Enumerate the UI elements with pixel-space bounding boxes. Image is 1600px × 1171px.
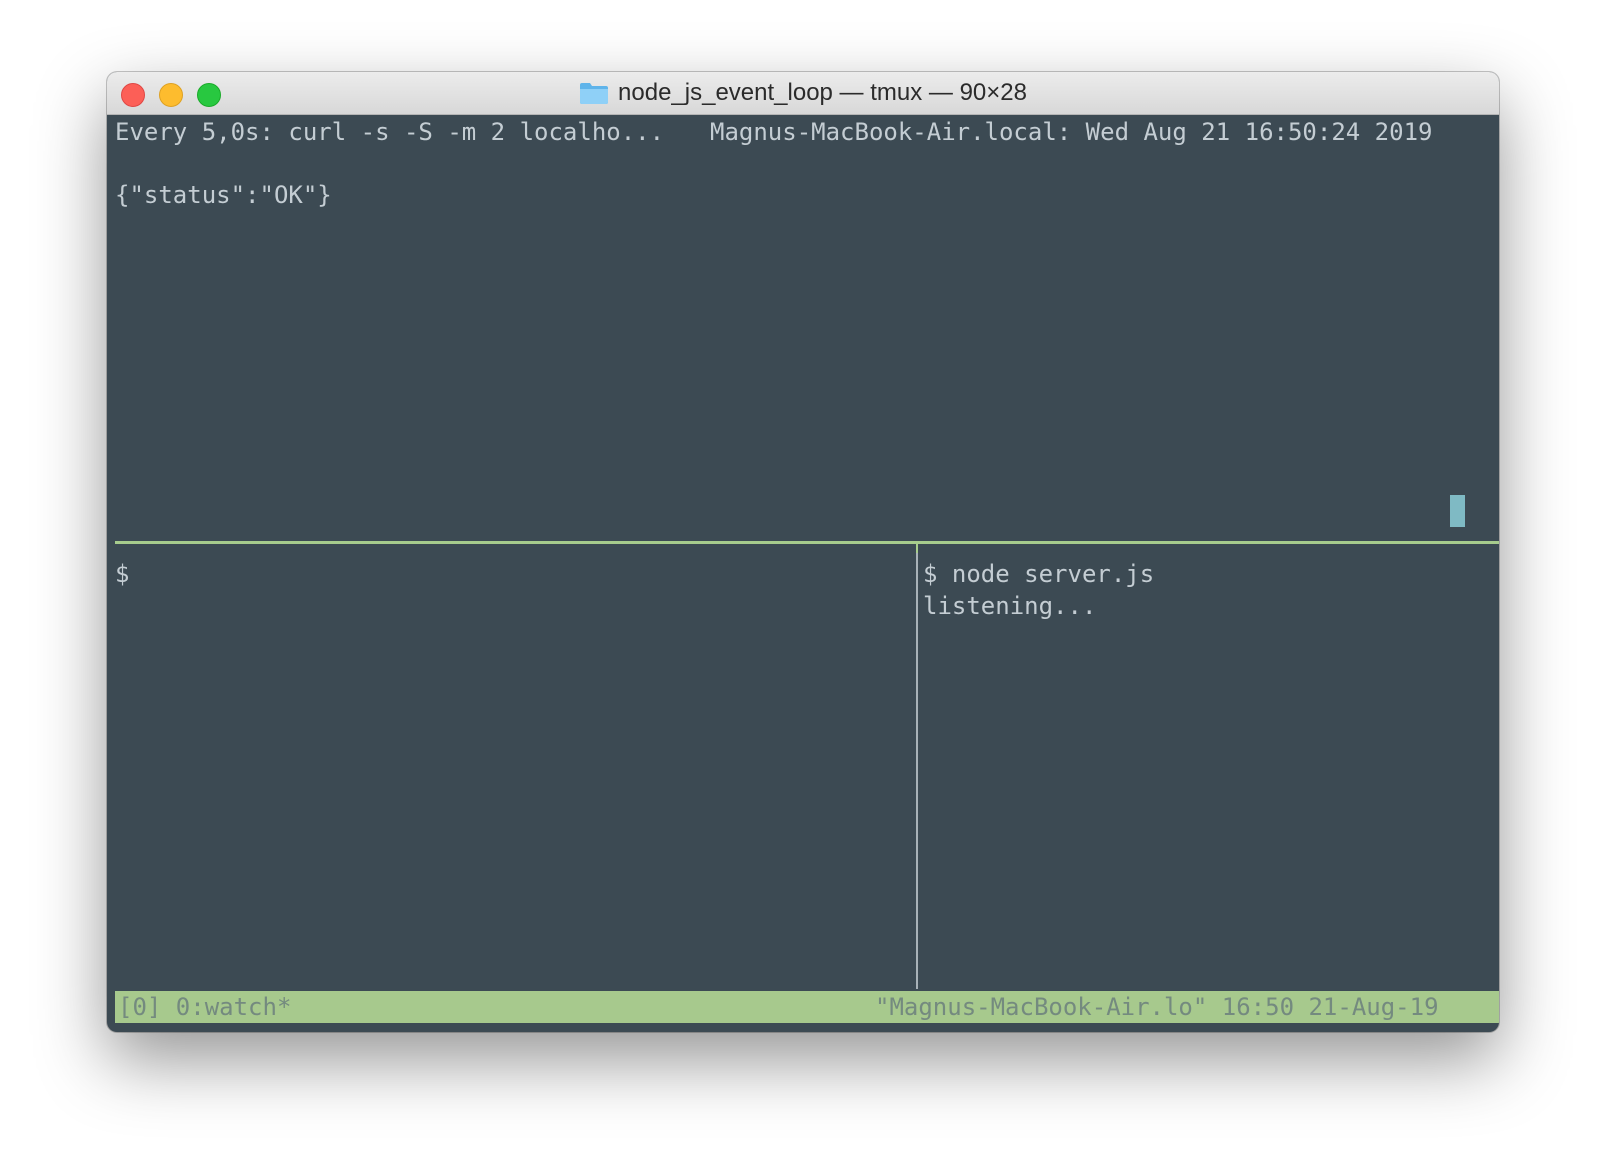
watch-output: {"status":"OK"}: [115, 181, 332, 209]
terminal-cursor: [1450, 495, 1465, 527]
shell-prompt[interactable]: $: [115, 558, 129, 590]
pane-divider-vertical-active: [916, 541, 918, 553]
terminal-content[interactable]: Every 5,0s: curl -s -S -m 2 localho... M…: [115, 115, 1499, 1032]
tmux-status-bar: [0] 0:watch* "Magnus-MacBook-Air.lo" 16:…: [115, 991, 1499, 1023]
pane-divider-vertical[interactable]: [916, 544, 918, 989]
tmux-status-right: "Magnus-MacBook-Air.lo" 16:50 21-Aug-19: [875, 993, 1439, 1021]
server-command: $ node server.js: [923, 560, 1155, 588]
window-title-area: node_js_event_loop — tmux — 90×28: [107, 72, 1499, 114]
pane-divider-horizontal[interactable]: [115, 541, 1499, 544]
window-title: node_js_event_loop — tmux — 90×28: [618, 79, 1027, 106]
watch-header-right: Magnus-MacBook-Air.local: Wed Aug 21 16:…: [710, 118, 1433, 146]
terminal-window: node_js_event_loop — tmux — 90×28 Every …: [107, 72, 1499, 1032]
title-bar[interactable]: node_js_event_loop — tmux — 90×28: [107, 72, 1499, 115]
watch-header-left: Every 5,0s: curl -s -S -m 2 localho...: [115, 118, 665, 146]
server-output: listening...: [923, 592, 1097, 620]
tmux-window-list[interactable]: [0] 0:watch*: [118, 991, 291, 1023]
folder-icon: [580, 83, 609, 104]
